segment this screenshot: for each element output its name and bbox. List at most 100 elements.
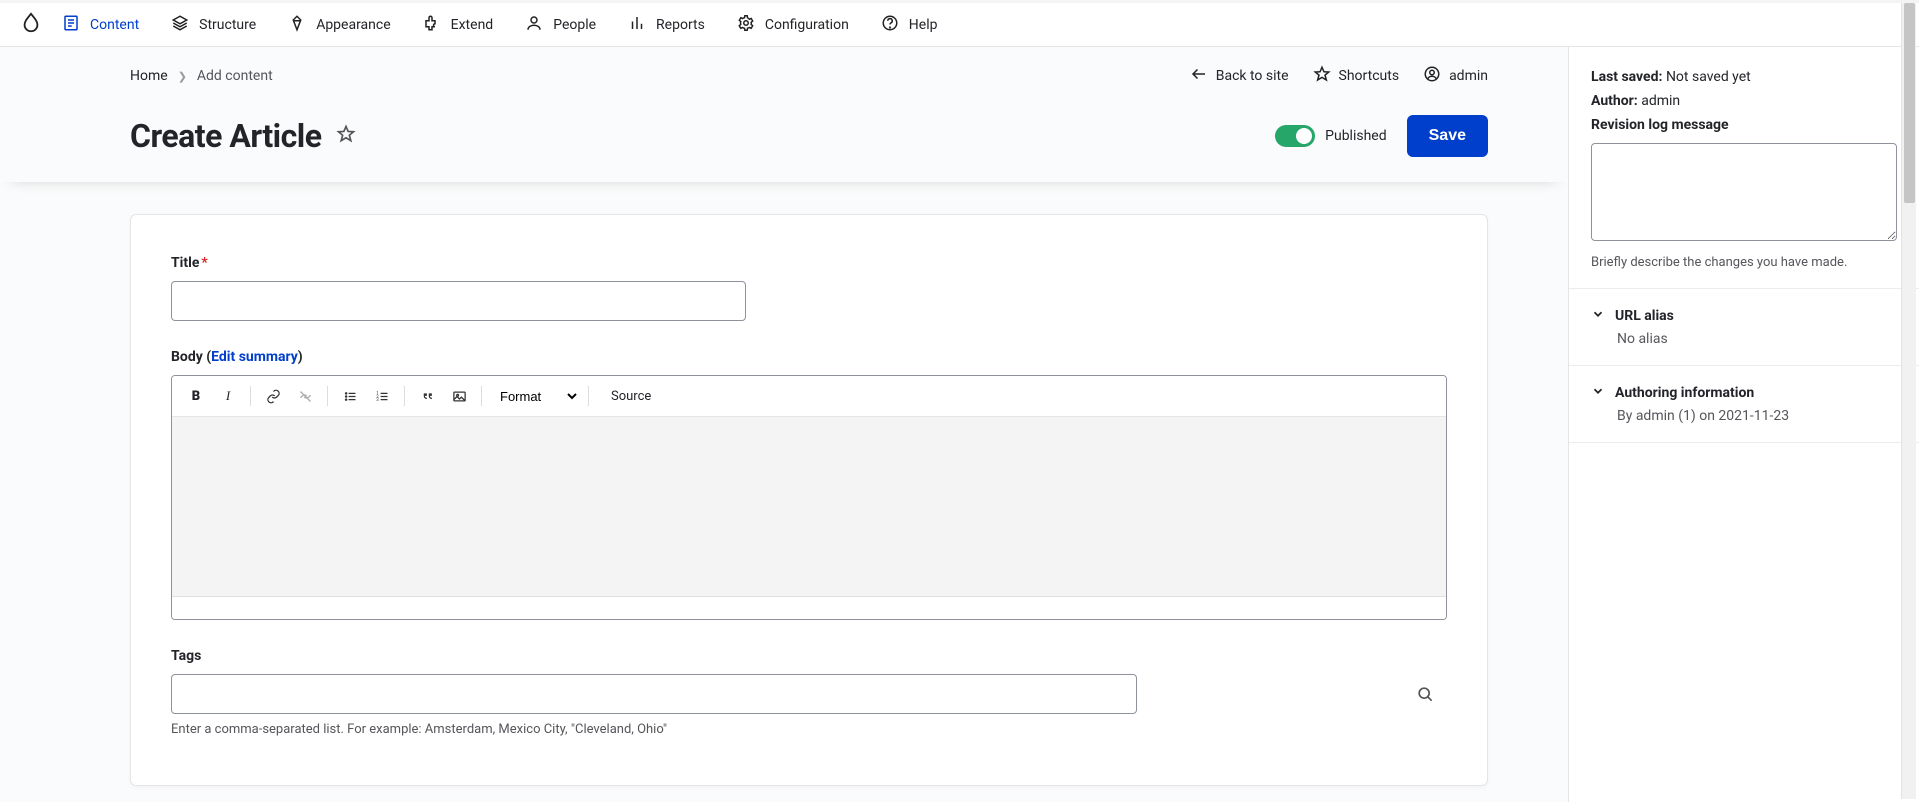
tags-hint: Enter a comma-separated list. For exampl… [171,722,1447,737]
configuration-icon [737,14,755,36]
toolbar-separator [481,386,482,406]
author: Author: admin [1591,93,1897,109]
editor-toolbar: B I 123 [172,376,1446,417]
form-card: Title* Body (Edit summary) B I [130,214,1488,786]
authoring-sub: By admin (1) on 2021-11-23 [1617,408,1897,424]
user-icon [1423,65,1441,87]
scrollbar-track[interactable] [1901,3,1916,799]
format-select[interactable]: Format [490,384,580,409]
toolbar-separator [327,386,328,406]
editor-footer [172,597,1446,619]
toolbar-label: Appearance [316,17,390,33]
authoring-toggle[interactable]: Authoring information [1591,384,1897,402]
author-key: Author: [1591,93,1638,109]
italic-button[interactable]: I [214,382,242,410]
title-input[interactable] [171,281,746,321]
authoring-title: Authoring information [1615,385,1754,401]
edit-summary-link[interactable]: Edit summary [211,349,298,365]
toolbar-item-content[interactable]: Content [50,6,151,44]
shortcuts-link[interactable]: Shortcuts [1313,65,1400,87]
body-label-text: Body [171,349,203,365]
toolbar-item-reports[interactable]: Reports [616,6,717,44]
drupal-logo[interactable] [20,12,42,38]
back-to-site-label: Back to site [1216,68,1289,84]
toolbar-separator [588,386,589,406]
breadcrumb: Home ❯ Add content [130,68,273,84]
published-toggle[interactable] [1275,125,1315,147]
body-label: Body (Edit summary) [171,349,1447,365]
author-value: admin [1641,93,1680,109]
page-title: Create Article [130,117,322,155]
appearance-icon [288,14,306,36]
toolbar-label: Configuration [765,17,849,33]
title-label: Title* [171,255,1447,271]
toolbar-item-appearance[interactable]: Appearance [276,6,402,44]
toolbar-label: Help [909,17,938,33]
tags-label: Tags [171,648,1447,664]
numbered-list-button[interactable]: 123 [368,382,396,410]
published-label: Published [1325,128,1386,144]
toolbar-separator [250,386,251,406]
last-saved: Last saved: Not saved yet [1591,69,1897,85]
bulleted-list-button[interactable] [336,382,364,410]
source-button[interactable]: Source [597,389,659,404]
save-button[interactable]: Save [1407,115,1488,157]
main-column: Home ❯ Add content Back to site Shortcut… [0,47,1569,802]
toolbar-label: Structure [199,17,256,33]
toolbar-label: Extend [451,17,494,33]
back-to-site-link[interactable]: Back to site [1190,65,1289,87]
paren-open: ( [203,349,211,365]
page-title-row: Create Article Published Save [0,87,1568,182]
url-alias-title: URL alias [1615,308,1674,324]
toolbar-item-extend[interactable]: Extend [411,6,506,44]
editor-body[interactable] [172,417,1446,597]
last-saved-value: Not saved yet [1666,69,1751,85]
toolbar-item-people[interactable]: People [513,6,608,44]
revision-log-textarea[interactable] [1591,143,1897,241]
star-icon [1313,65,1331,87]
image-button[interactable] [445,382,473,410]
toolbar-label: Reports [656,17,705,33]
chevron-down-icon [1591,384,1605,402]
last-saved-key: Last saved: [1591,69,1662,85]
structure-icon [171,14,189,36]
user-label: admin [1449,68,1488,84]
title-label-text: Title [171,255,199,271]
add-shortcut-button[interactable] [336,124,356,148]
chevron-right-icon: ❯ [178,70,187,83]
admin-toolbar: Content Structure Appearance Extend Peop… [0,0,1919,47]
help-icon [881,14,899,36]
tags-input[interactable] [171,674,1137,714]
toolbar-label: Content [90,17,139,33]
required-mark: * [201,255,207,271]
rich-text-editor: B I 123 [171,375,1447,620]
toolbar-item-structure[interactable]: Structure [159,6,268,44]
search-icon [1415,684,1435,704]
toolbar-label: People [553,17,596,33]
unlink-button[interactable] [291,382,319,410]
shortcuts-label: Shortcuts [1339,68,1400,84]
link-button[interactable] [259,382,287,410]
toolbar-item-configuration[interactable]: Configuration [725,6,861,44]
arrow-left-icon [1190,65,1208,87]
content-icon [62,14,80,36]
people-icon [525,14,543,36]
url-alias-toggle[interactable]: URL alias [1591,307,1897,325]
toolbar-separator [404,386,405,406]
url-alias-sub: No alias [1617,331,1897,347]
sidebar: Last saved: Not saved yet Author: admin … [1569,47,1919,802]
paren-close: ) [298,349,303,365]
reports-icon [628,14,646,36]
blockquote-button[interactable] [413,382,441,410]
toolbar-item-help[interactable]: Help [869,6,950,44]
user-link[interactable]: admin [1423,65,1488,87]
breadcrumb-home[interactable]: Home [130,68,168,84]
breadcrumb-add-content: Add content [197,68,273,84]
scrollbar-thumb[interactable] [1904,3,1915,203]
extend-icon [423,14,441,36]
utility-links: Back to site Shortcuts admin [1190,65,1488,87]
source-label: Source [611,389,651,404]
bold-button[interactable]: B [182,382,210,410]
revision-label: Revision log message [1591,117,1897,133]
svg-text:3: 3 [376,397,379,402]
